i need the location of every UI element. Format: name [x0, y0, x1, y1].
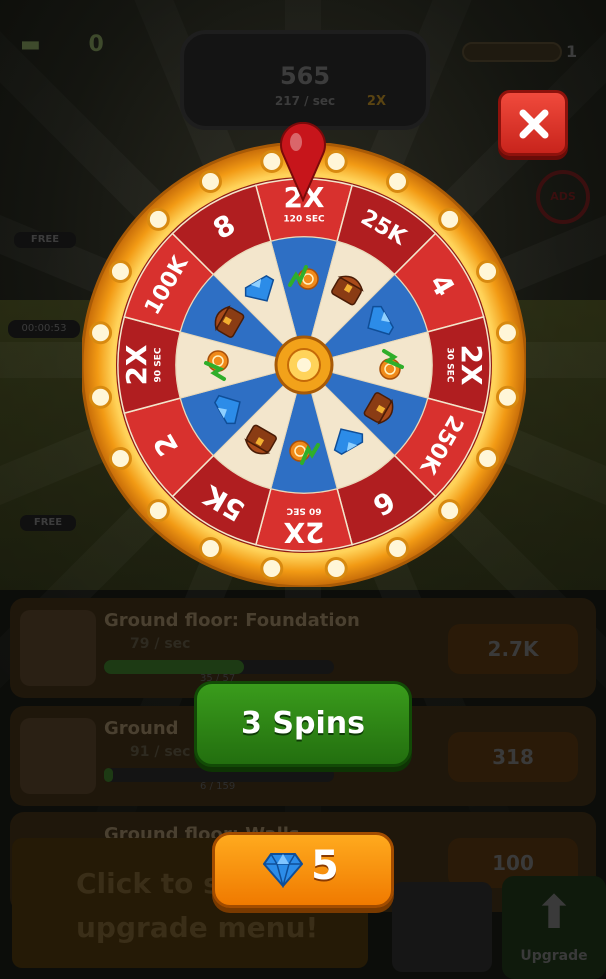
floor-count: 6 / 159 [200, 781, 236, 792]
gem-icon [263, 853, 303, 888]
rim-bulb [108, 259, 132, 283]
free-crate-tag[interactable]: FREE [14, 232, 76, 248]
floor-rate: 91 / sec [130, 744, 191, 760]
segment-value: 2X [283, 516, 324, 549]
upgrade-button[interactable]: ⬆ Upgrade [502, 876, 606, 979]
floor-rate: 79 / sec [130, 636, 191, 652]
wheel-hub-cap [297, 358, 311, 372]
prize-wheel[interactable]: 2X120 SEC25K42X30 SEC250K62X60 SEC5K22X9… [80, 141, 528, 589]
segment-duration: 30 SEC [445, 348, 455, 383]
segment-duration: 90 SEC [154, 347, 164, 382]
level-number: 1 [566, 42, 578, 61]
floor-progress [104, 768, 334, 782]
wheel-graphic: 2X120 SEC25K42X30 SEC250K62X60 SEC5K22X9… [80, 141, 528, 589]
wheel-segment-label: 2X 90 SEC [120, 344, 164, 385]
rim-bulb [495, 385, 519, 409]
rim-bulb [438, 207, 462, 231]
floor-progress-fill [104, 768, 114, 782]
segment-duration: 120 SEC [283, 215, 325, 225]
money-multiplier: 2X [366, 94, 386, 109]
floor-progress [104, 660, 334, 674]
money-panel: 565 217 / sec 2X [180, 30, 430, 130]
rim-bulb [146, 499, 170, 523]
no-ads-button[interactable]: ADS [536, 170, 590, 224]
rim-bulb [198, 537, 222, 561]
rim-bulb [495, 321, 519, 345]
floor-name: Ground floor: Foundation [104, 610, 360, 631]
floor-thumbnail [20, 610, 96, 686]
rim-bulb [476, 447, 500, 471]
floor-upgrade-cost[interactable]: 318 [448, 732, 578, 782]
money-value: 565 [279, 62, 331, 90]
rim-bulb [324, 556, 348, 580]
wheel-segment-label: 2X30 SEC [445, 344, 489, 385]
rim-bulb [438, 499, 462, 523]
gem-spin-button[interactable]: 5 [212, 832, 394, 908]
rim-bulb [260, 556, 284, 580]
rim-bulb [89, 321, 113, 345]
money-rate: 217 / sec [274, 94, 336, 108]
upgrade-label: Upgrade [520, 948, 588, 964]
rim-bulb [108, 447, 132, 471]
spin-button[interactable]: 3 Spins [194, 681, 412, 767]
rim-bulb [476, 259, 500, 283]
wheel-pointer [280, 122, 326, 202]
up-arrow-icon: ⬆ [534, 885, 574, 939]
floor-upgrade-cost[interactable]: 2.7K [448, 624, 578, 674]
level-progress-bar [462, 42, 562, 62]
free-chest-tag[interactable]: FREE [20, 515, 76, 531]
segment-duration: 60 SEC [286, 506, 321, 516]
rim-bulb [386, 169, 410, 193]
close-icon [519, 109, 549, 139]
floor-thumbnail [20, 718, 96, 794]
rim-bulb [324, 150, 348, 174]
segment-value: 2X [120, 344, 153, 385]
segment-value: 2X [455, 344, 488, 385]
rim-bulb [198, 169, 222, 193]
floor-name: Ground [104, 718, 179, 739]
rim-bulb [89, 385, 113, 409]
cash-icon: ▬ [20, 32, 41, 57]
floor-progress-fill [104, 660, 245, 674]
gem-cost: 5 [311, 843, 339, 889]
boost-timer: 00:00:53 [8, 320, 80, 338]
rim-bulb [386, 537, 410, 561]
cash-counter: ▬ 0 [20, 32, 104, 57]
cash-count: 0 [88, 32, 104, 57]
spins-label: 3 Spins [241, 706, 365, 741]
rim-bulb [146, 207, 170, 231]
wheel-segment-label: 2X60 SEC [283, 506, 324, 550]
next-arrow-button[interactable] [392, 882, 492, 972]
